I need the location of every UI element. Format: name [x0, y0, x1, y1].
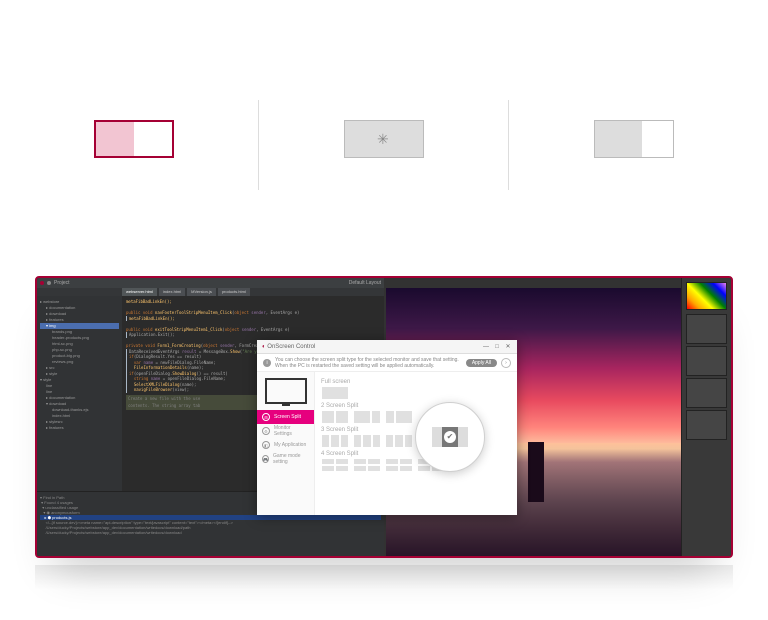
panel-group[interactable]	[686, 314, 727, 344]
editor-tabs: webserver.html index.html MVersion.js pr…	[37, 288, 384, 296]
dialog-sidebar: ⊞Screen Split ⚙Monitor Settings ◧My Appl…	[257, 372, 315, 515]
section-label: 2 Screen Split	[321, 403, 511, 409]
editor-tab[interactable]: index.html	[159, 288, 185, 296]
dialog-content: Full screen 2 Screen Split 3 Screen Spli…	[315, 372, 517, 515]
sidebar-item-game-mode[interactable]: 🎮Game mode setting	[257, 452, 314, 466]
dialog-title: OnScreen Control	[267, 344, 315, 350]
sidebar-item-screen-split[interactable]: ⊞Screen Split	[257, 410, 314, 424]
project-label: Project	[54, 280, 70, 286]
layout-option[interactable]	[321, 410, 349, 424]
dialog-tip: i You can choose the screen split type f…	[257, 354, 517, 372]
mode-tabs	[0, 0, 768, 158]
apply-all-button[interactable]: Apply All	[466, 359, 497, 367]
layout-option[interactable]	[385, 410, 413, 424]
minimize-icon[interactable]: —	[482, 343, 490, 351]
editor-tab[interactable]: webserver.html	[122, 288, 157, 296]
layout-option[interactable]	[385, 458, 413, 472]
layout-option[interactable]	[353, 458, 381, 472]
panel-group[interactable]	[686, 410, 727, 440]
tab-loading[interactable]	[259, 120, 509, 158]
go-button[interactable]: ›	[501, 358, 511, 368]
section-label: Full screen	[321, 379, 511, 385]
magnifier-icon: ✔	[415, 402, 485, 472]
maximize-icon[interactable]: □	[493, 343, 501, 351]
panel-group[interactable]	[686, 378, 727, 408]
tab-split-half[interactable]	[9, 120, 259, 158]
color-picker-icon[interactable]	[686, 282, 727, 310]
sidebar-item-monitor-settings[interactable]: ⚙Monitor Settings	[257, 424, 314, 438]
check-icon: ✔	[444, 431, 456, 443]
layout-option[interactable]	[321, 434, 349, 448]
section-label: 4 Screen Split	[321, 451, 511, 457]
loading-icon	[344, 120, 424, 158]
tab-split-narrow[interactable]	[509, 120, 759, 158]
layout-option[interactable]	[353, 434, 381, 448]
layout-label: Default Layout	[349, 280, 381, 286]
split-narrow-icon	[594, 120, 674, 158]
panel-group[interactable]	[686, 346, 727, 376]
split-half-icon	[94, 120, 174, 158]
ide-titlebar: Project Default Layout	[37, 278, 384, 288]
sidebar-item-my-application[interactable]: ◧My Application	[257, 438, 314, 452]
info-icon: i	[263, 359, 271, 367]
layout-option[interactable]	[321, 386, 349, 400]
monitor-icon	[265, 378, 307, 404]
onscreen-control-dialog: ◐ OnScreen Control — □ ✕ i You can choos…	[257, 340, 517, 515]
layout-option[interactable]	[385, 434, 413, 448]
layout-option[interactable]	[321, 458, 349, 472]
reflection	[35, 565, 733, 590]
layout-option[interactable]	[353, 410, 381, 424]
editor-tab[interactable]: products.html	[218, 288, 250, 296]
editor-tab[interactable]: MVersion.js	[187, 288, 216, 296]
close-icon[interactable]: ✕	[504, 343, 512, 351]
dialog-titlebar: ◐ OnScreen Control — □ ✕	[257, 340, 517, 354]
photo-panels[interactable]	[681, 278, 731, 556]
project-tree[interactable]: ▸ webstore ▸ documentation ▸ download ▸ …	[37, 296, 122, 491]
